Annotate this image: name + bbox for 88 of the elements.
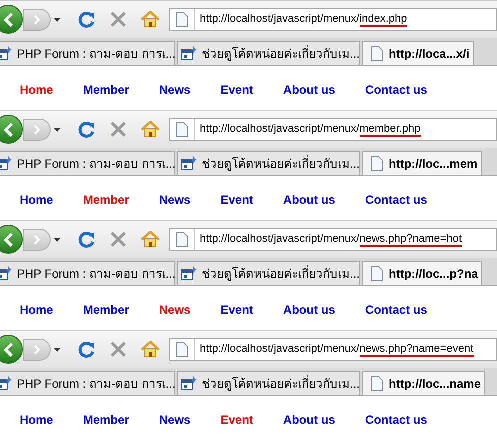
window-icon: [0, 376, 12, 391]
tab-title: PHP Forum : ถาม-ตอบ การเ...: [17, 266, 176, 282]
menu-link[interactable]: Event: [220, 191, 254, 209]
menu-link[interactable]: Member: [83, 81, 130, 99]
menu-link[interactable]: Member: [83, 191, 130, 209]
window-icon: [0, 156, 12, 171]
window-icon: [181, 266, 197, 281]
browser-tab[interactable]: http://loca...x/i: [362, 41, 474, 65]
window-icon: [0, 46, 12, 61]
menu-link[interactable]: News: [159, 81, 191, 99]
tab-title: ช่วยดูโค้ดหน่อยค่ะเกี่ยวกับเม...: [202, 44, 360, 62]
home-icon[interactable]: [141, 231, 160, 248]
tab-title: http://loc...mem: [389, 156, 478, 172]
back-button[interactable]: [0, 5, 23, 34]
reload-icon[interactable]: [78, 230, 96, 248]
browser-tab[interactable]: PHP Forum : ถาม-ตอบ การเ...: [0, 371, 175, 395]
page-icon: [371, 156, 384, 172]
menu-link[interactable]: Home: [20, 191, 54, 209]
page-icon: [371, 46, 384, 62]
reload-icon[interactable]: [78, 10, 96, 28]
menu-link[interactable]: News: [159, 191, 191, 209]
dropdown-caret-icon[interactable]: [54, 238, 61, 242]
page-icon: [176, 122, 189, 138]
menu-link[interactable]: News: [159, 411, 191, 429]
tab-title: ช่วยดูโค้ดหน่อยค่ะเกี่ยวกับเม...: [202, 264, 360, 282]
back-button[interactable]: [0, 225, 23, 254]
reload-icon[interactable]: [78, 340, 96, 358]
window-icon: [181, 156, 197, 171]
menu-link[interactable]: About us: [283, 411, 336, 429]
address-bar[interactable]: http://localhost/javascript/menux/news.php?name=event: [169, 338, 497, 361]
browser-tab[interactable]: http://loc...p?na: [362, 261, 482, 285]
menu-link[interactable]: Contact us: [365, 301, 428, 319]
menu-link[interactable]: News: [159, 301, 191, 319]
tab-title: PHP Forum : ถาม-ตอบ การเ...: [17, 376, 176, 392]
page-icon: [176, 232, 189, 248]
browser-tab[interactable]: PHP Forum : ถาม-ตอบ การเ...: [0, 41, 175, 65]
menu-link[interactable]: About us: [283, 301, 336, 319]
url-text: http://localhost/javascript/menux/index.php: [200, 12, 408, 28]
window-icon: [0, 266, 12, 281]
tab-title: http://loca...x/i: [389, 46, 470, 62]
back-button[interactable]: [0, 115, 23, 144]
page-icon: [176, 12, 189, 28]
menu-link[interactable]: Member: [83, 301, 130, 319]
page-icon: [176, 342, 189, 358]
browser-tab[interactable]: ช่วยดูโค้ดหน่อยค่ะเกี่ยวกับเม...: [177, 41, 360, 65]
menu-link[interactable]: About us: [283, 191, 336, 209]
address-bar[interactable]: http://localhost/javascript/menux/news.php?name=hot: [169, 228, 497, 251]
menu-link[interactable]: Contact us: [365, 411, 428, 429]
menu-link[interactable]: Contact us: [365, 191, 428, 209]
menu-link[interactable]: About us: [283, 81, 336, 99]
browser-tab[interactable]: http://loc...name: [362, 371, 486, 395]
address-bar[interactable]: http://localhost/javascript/menux/index.php: [169, 8, 497, 31]
tab-title: ช่วยดูโค้ดหน่อยค่ะเกี่ยวกับเม...: [202, 374, 360, 392]
home-icon[interactable]: [141, 11, 160, 28]
browser-tab[interactable]: PHP Forum : ถาม-ตอบ การเ...: [0, 261, 175, 285]
address-bar[interactable]: http://localhost/javascript/menux/member.php: [169, 118, 497, 141]
tab-title: http://loc...name: [389, 376, 482, 392]
tab-title: http://loc...p?na: [389, 266, 478, 282]
window-icon: [181, 376, 197, 391]
url-text: http://localhost/javascript/menux/news.php?name=hot: [200, 232, 462, 248]
menu-link[interactable]: Home: [20, 81, 54, 99]
tab-title: ช่วยดูโค้ดหน่อยค่ะเกี่ยวกับเม...: [202, 154, 360, 172]
page-icon: [371, 266, 384, 282]
browser-tab[interactable]: ช่วยดูโค้ดหน่อยค่ะเกี่ยวกับเม...: [177, 261, 360, 285]
tab-title: PHP Forum : ถาม-ตอบ การเ...: [17, 46, 176, 62]
menu-link[interactable]: Member: [83, 411, 130, 429]
dropdown-caret-icon[interactable]: [54, 348, 61, 352]
home-icon[interactable]: [141, 121, 160, 138]
home-icon[interactable]: [141, 341, 160, 358]
window-icon: [181, 46, 197, 61]
menu-link[interactable]: Event: [220, 411, 254, 429]
back-button[interactable]: [0, 335, 23, 364]
dropdown-caret-icon[interactable]: [54, 18, 61, 22]
browser-tab[interactable]: ช่วยดูโค้ดหน่อยค่ะเกี่ยวกับเม...: [177, 371, 360, 395]
menu-link[interactable]: Event: [220, 81, 254, 99]
tab-title: PHP Forum : ถาม-ตอบ การเ...: [17, 156, 176, 172]
dropdown-caret-icon[interactable]: [54, 128, 61, 132]
page-icon: [371, 376, 384, 392]
menu-link[interactable]: Home: [20, 301, 54, 319]
url-text: http://localhost/javascript/menux/member.php: [200, 122, 421, 138]
menu-link[interactable]: Home: [20, 411, 54, 429]
browser-tab[interactable]: ช่วยดูโค้ดหน่อยค่ะเกี่ยวกับเม...: [177, 151, 360, 175]
url-text: http://localhost/javascript/menux/news.php?name=event: [200, 342, 474, 358]
browser-tab[interactable]: PHP Forum : ถาม-ตอบ การเ...: [0, 151, 175, 175]
reload-icon[interactable]: [78, 120, 96, 138]
menu-link[interactable]: Event: [220, 301, 254, 319]
menu-link[interactable]: Contact us: [365, 81, 428, 99]
browser-tab[interactable]: http://loc...mem: [362, 151, 482, 175]
